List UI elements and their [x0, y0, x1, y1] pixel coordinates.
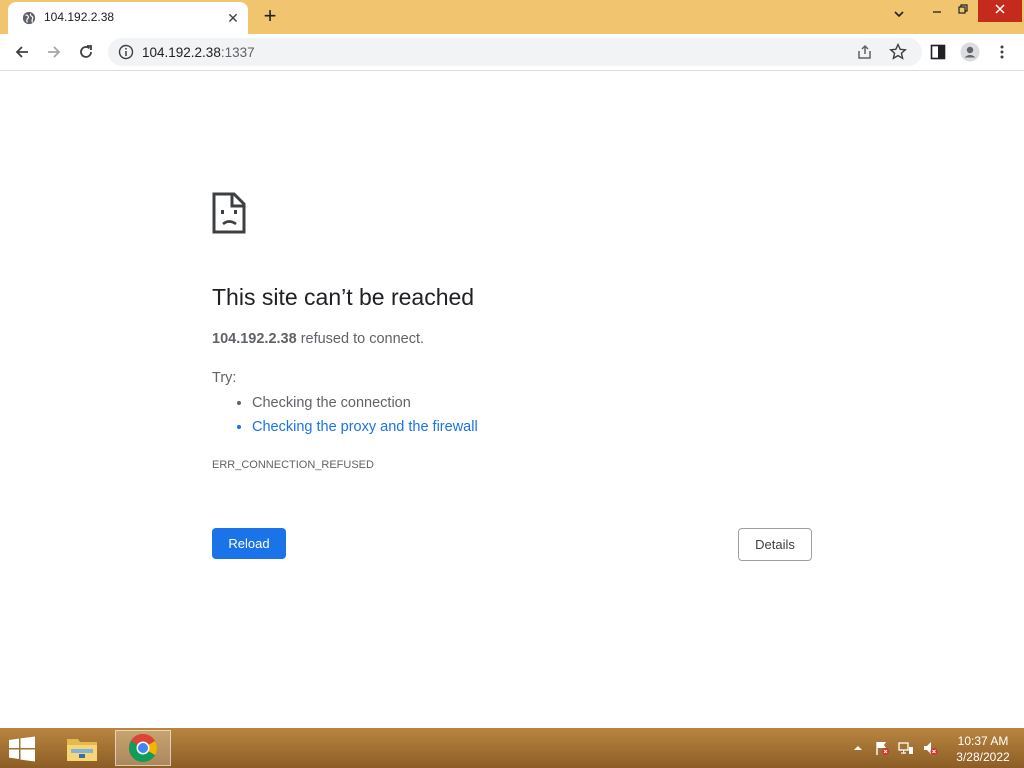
- sad-document-icon: [212, 192, 246, 234]
- forward-arrow-icon: [48, 46, 61, 58]
- chevron-down-icon: [894, 11, 904, 18]
- network-icon[interactable]: [898, 740, 914, 756]
- kebab-menu-icon: [1000, 45, 1004, 59]
- share-icon[interactable]: [856, 43, 874, 61]
- tab-search-button[interactable]: [886, 6, 912, 28]
- error-page: This site can’t be reached 104.192.2.38 …: [0, 71, 1024, 728]
- back-button[interactable]: [10, 40, 34, 64]
- url-text: 104.192.2.38:1337: [142, 45, 255, 60]
- details-button[interactable]: Details: [738, 528, 812, 561]
- new-tab-button[interactable]: +: [258, 5, 282, 28]
- address-bar[interactable]: 104.192.2.38:1337: [108, 38, 922, 66]
- try-label: Try:: [212, 370, 237, 386]
- clock-date: 3/28/2022: [956, 750, 1010, 764]
- error-message: 104.192.2.38 refused to connect.: [212, 331, 424, 347]
- refresh-icon: [80, 45, 92, 58]
- profile-button[interactable]: [958, 40, 982, 64]
- taskbar-chrome[interactable]: [115, 730, 171, 766]
- bookmark-star-icon[interactable]: [888, 42, 908, 62]
- tab-close-icon[interactable]: ✕: [224, 9, 242, 27]
- url-host: 104.192.2.38: [142, 45, 221, 60]
- reload-button[interactable]: Reload: [212, 528, 286, 559]
- side-panel-icon: [930, 44, 946, 60]
- taskbar-file-explorer[interactable]: [54, 730, 110, 766]
- suggestion-item-connection: Checking the connection: [252, 393, 478, 417]
- restore-button[interactable]: [950, 0, 976, 22]
- suggestion-link-proxy-firewall[interactable]: Checking the proxy and the firewall: [252, 417, 478, 441]
- file-explorer-icon: [67, 739, 97, 761]
- side-panel-button[interactable]: [926, 40, 950, 64]
- profile-avatar-icon: [960, 42, 980, 62]
- error-code: ERR_CONNECTION_REFUSED: [212, 459, 374, 471]
- minimize-icon: [933, 11, 941, 13]
- browser-toolbar: 104.192.2.38:1337: [0, 34, 1024, 71]
- show-hidden-icons-icon[interactable]: [850, 740, 866, 756]
- suggestion-list: Checking the connection Checking the pro…: [232, 393, 478, 441]
- windows-start-icon[interactable]: [8, 736, 36, 762]
- url-port: :1337: [220, 45, 255, 60]
- close-icon: [995, 4, 1005, 14]
- chrome-icon: [129, 734, 157, 762]
- back-arrow-icon: [15, 46, 28, 58]
- globe-icon: [22, 11, 36, 25]
- close-window-button[interactable]: [978, 0, 1022, 22]
- system-clock[interactable]: 10:37 AM 3/28/2022: [948, 733, 1018, 765]
- browser-titlebar: 104.192.2.38 ✕ +: [0, 0, 1024, 34]
- error-message-suffix: refused to connect.: [296, 331, 425, 347]
- clock-time: 10:37 AM: [957, 734, 1009, 748]
- menu-button[interactable]: [990, 40, 1014, 64]
- browser-tab[interactable]: 104.192.2.38 ✕: [8, 2, 248, 34]
- page-title: This site can’t be reached: [212, 284, 475, 310]
- forward-button[interactable]: [42, 40, 66, 64]
- volume-muted-icon[interactable]: [922, 740, 938, 756]
- reload-toolbar-button[interactable]: [74, 40, 98, 64]
- tab-title: 104.192.2.38: [44, 10, 115, 24]
- action-center-flag-icon[interactable]: [874, 740, 890, 756]
- info-icon[interactable]: [118, 44, 134, 60]
- restore-icon: [958, 4, 968, 14]
- windows-taskbar: 10:37 AM 3/28/2022: [0, 728, 1024, 768]
- minimize-button[interactable]: [924, 0, 950, 22]
- error-host: 104.192.2.38: [212, 331, 297, 347]
